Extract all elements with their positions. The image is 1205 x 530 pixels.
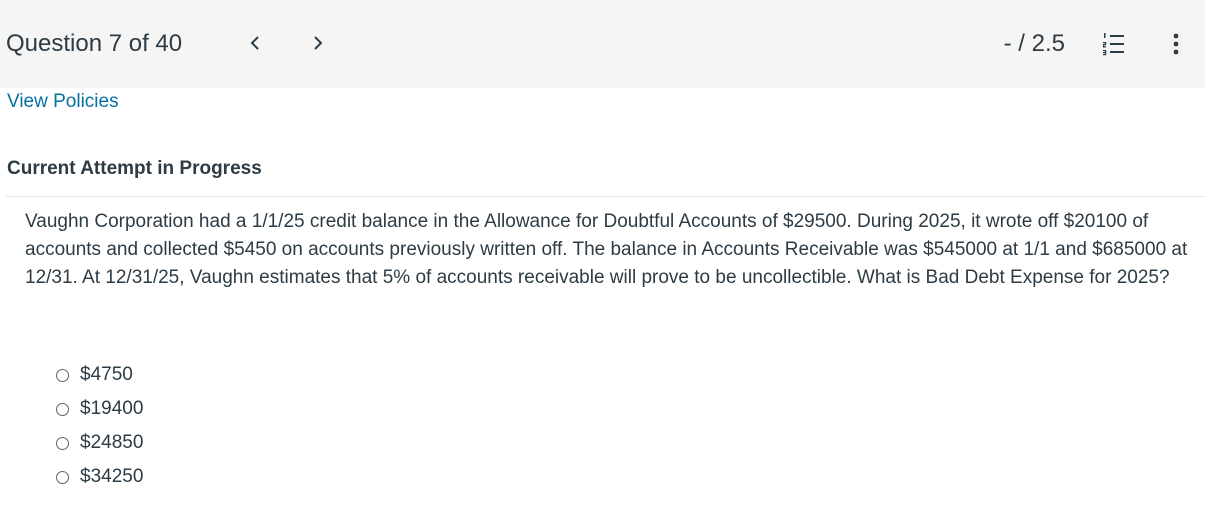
answer-option-4[interactable]: $34250 <box>56 460 143 494</box>
radio-button[interactable] <box>56 470 69 484</box>
radio-button[interactable] <box>56 436 69 450</box>
question-counter: Question 7 of 40 <box>6 30 183 57</box>
chevron-left-icon <box>250 36 259 50</box>
question-text: Vaughn Corporation had a 1/1/25 credit b… <box>25 211 1188 288</box>
chevron-right-icon <box>314 36 323 50</box>
answer-option-3[interactable]: $24850 <box>56 426 143 460</box>
answer-option-label: $19400 <box>80 398 144 419</box>
vertical-ellipsis-icon <box>1173 33 1179 55</box>
radio-button[interactable] <box>56 402 69 416</box>
more-options-button[interactable] <box>1166 30 1186 58</box>
score-display: - / 2.5 <box>1003 30 1065 57</box>
next-question-button[interactable] <box>306 28 330 58</box>
question-list-button[interactable] <box>1100 30 1128 58</box>
attempt-status-heading: Current Attempt in Progress <box>7 158 262 179</box>
answer-option-2[interactable]: $19400 <box>56 392 143 426</box>
section-divider <box>6 196 1205 197</box>
previous-question-button[interactable] <box>243 28 267 58</box>
answer-option-label: $4750 <box>80 364 133 385</box>
answer-option-label: $34250 <box>80 466 144 487</box>
answer-choices: $4750 $19400 $24850 $34250 <box>56 358 143 494</box>
view-policies-link[interactable]: View Policies <box>7 91 119 113</box>
answer-option-label: $24850 <box>80 432 144 453</box>
radio-button[interactable] <box>56 368 69 382</box>
numbered-list-icon <box>1103 33 1124 56</box>
question-header: Question 7 of 40 - / 2.5 <box>0 0 1205 88</box>
answer-option-1[interactable]: $4750 <box>56 358 143 392</box>
